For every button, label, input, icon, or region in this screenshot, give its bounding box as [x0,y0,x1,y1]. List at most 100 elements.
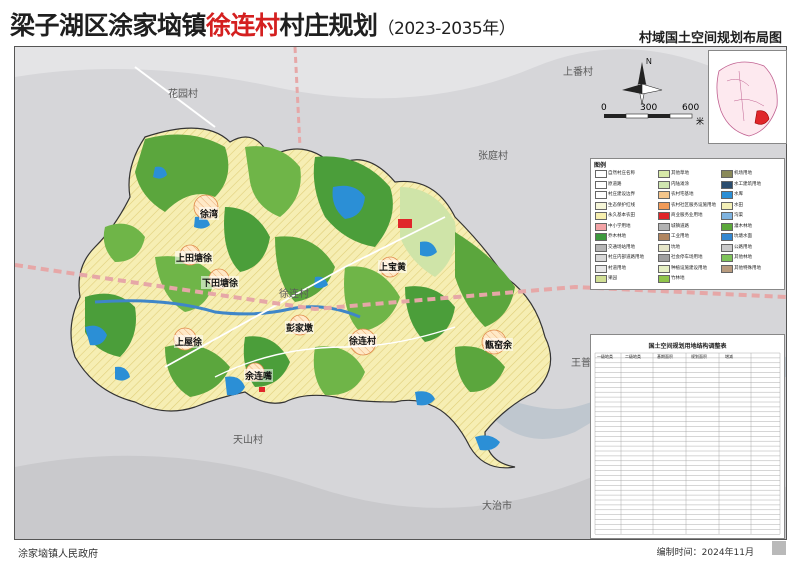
legend-swatch [595,264,607,273]
legend-swatch [595,170,607,178]
village-label-zhangting: 张庭村 [478,151,508,162]
legend-item: 沟渠 [721,211,781,220]
legend-item: 中小学用地 [595,222,655,231]
legend-item: 农村社区服务设施用地 [658,201,718,210]
legend-item: 坑塘水面 [721,232,781,241]
land-use-table: 国土空间规划用地结构调整表 一级地类 二级地类 基期面积 规划面积 增减 [590,334,785,539]
legend-item: 村道用地 [595,264,655,273]
legend-swatch [721,170,733,178]
scale-unit: 米 [696,117,704,126]
place-label-xiatiantangxu: 下田塘徐 [201,276,240,289]
legend-swatch [721,254,733,262]
place-label-shangtiantangxu: 上田塘徐 [175,251,214,264]
legend-item: 城镇道路 [658,222,718,231]
legend-label: 商业服务业用地 [671,213,703,218]
legend-item: 竹林地 [658,274,718,283]
legend-label: 坑塘水面 [734,234,752,239]
north-label: N [646,57,652,66]
place-label-shangwuxu: 上屋徐 [174,335,204,348]
legend-label: 机场用地 [734,171,752,176]
legend-swatch [658,243,670,252]
scale-tick-600: 600 [682,103,700,113]
legend-swatch [595,212,607,220]
legend-swatch [595,222,607,231]
table-header-cell: 规划面积 [691,354,707,359]
legend-label: 社会停车场用地 [671,255,703,260]
legend-swatch [595,275,607,283]
legend-swatch [658,254,670,262]
legend-label: 工业用地 [671,234,689,239]
legend-swatch [595,254,607,262]
footer-date: 编制时间：2024年11月 [656,548,754,558]
legend-swatch [658,170,670,178]
village-label-huayuan: 花园村 [168,89,198,100]
legend-item: 其他林地 [721,253,781,262]
place-label-pengjiadun: 彭家墩 [285,321,315,334]
place-label-zengyaoyu: 甑窑余 [484,338,514,351]
place-label-yulianzui: 余连嘴 [244,369,274,382]
table-header-cell: 基期面积 [657,354,673,359]
legend-label: 城镇道路 [671,223,689,229]
legend-swatch [721,222,733,231]
legend-item: 坑地 [658,243,718,252]
legend-item: 种植设施建设用地 [658,264,718,273]
legend-swatch [595,243,607,252]
legend-swatch [721,191,733,199]
legend-item: 村庄建设边界 [595,190,655,199]
table-header-cell: 一级地类 [597,354,613,359]
legend-item: 公路用地 [721,243,781,252]
compass-scale: N 0 300 600 米 [598,54,708,136]
legend-item: 原道路 [595,180,655,189]
place-label-shangbaohuang: 上宝黄 [378,260,408,273]
table-header-cell: 二级地类 [625,354,641,359]
legend-swatch [721,180,733,189]
legend-item: 其他草地 [658,169,718,178]
legend-label: 内陆滩涂 [671,181,689,187]
legend-item: 农村宅基地 [658,190,718,199]
village-label-xulian: 徐连村 [279,289,309,300]
legend-item: 果园 [595,274,655,283]
legend-swatch [658,180,670,189]
legend-label: 村庄建设边界 [608,192,635,197]
map-title: 梁子湖区涂家垴镇徐连村村庄规划（2023-2035年） [10,11,516,40]
legend-swatch [658,275,670,283]
legend-item: 自然村庄名称 [595,169,655,178]
legend-label: 种植设施建设用地 [671,265,707,271]
scale-bar [604,113,693,119]
legend-label: 生态保护红线 [608,202,635,208]
legend-label: 公路用地 [734,244,752,250]
legend-item: 村庄内部道路用地 [595,253,655,262]
legend-label: 交通场站用地 [608,244,635,250]
legend-label: 水田 [734,202,743,208]
footer-org: 涂家垴镇人民政府 [18,549,98,560]
legend-item: 水工建筑用地 [721,180,781,189]
legend-item: 工业用地 [658,232,718,241]
legend-swatch [721,233,733,241]
village-label-daye: 大治市 [482,501,512,512]
title-bar: 梁子湖区涂家垴镇徐连村村庄规划（2023-2035年） 村域国土空间规划布局图 [0,0,800,46]
legend-label: 水库 [734,192,743,197]
legend-label: 中小学用地 [608,223,631,229]
table-header-cell: 增减 [725,354,733,359]
legend-item: 水田 [721,201,781,210]
legend-item: 乔木林地 [595,232,655,241]
legend-swatch [721,201,733,210]
legend-swatch [721,212,733,220]
legend-swatch [595,201,607,210]
legend-label: 果园 [608,276,617,281]
legend-label: 其他特殊用地 [734,265,761,271]
legend-swatch [721,243,733,252]
location-inset-map [708,50,787,144]
village-label-tianshan: 天山村 [233,435,263,446]
legend-item: 其他特殊用地 [721,264,781,273]
table-grid [594,352,781,535]
legend-label: 坑地 [671,244,680,250]
legend-label: 其他草地 [671,171,689,176]
legend-swatch [658,264,670,273]
legend-label: 原道路 [608,181,622,187]
legend-label: 村道用地 [608,265,626,271]
legend-label: 竹林地 [671,276,685,281]
legend-label: 农村宅基地 [671,192,694,197]
legend-item: 交通场站用地 [595,243,655,252]
village-name: 徐连村 [206,11,280,40]
